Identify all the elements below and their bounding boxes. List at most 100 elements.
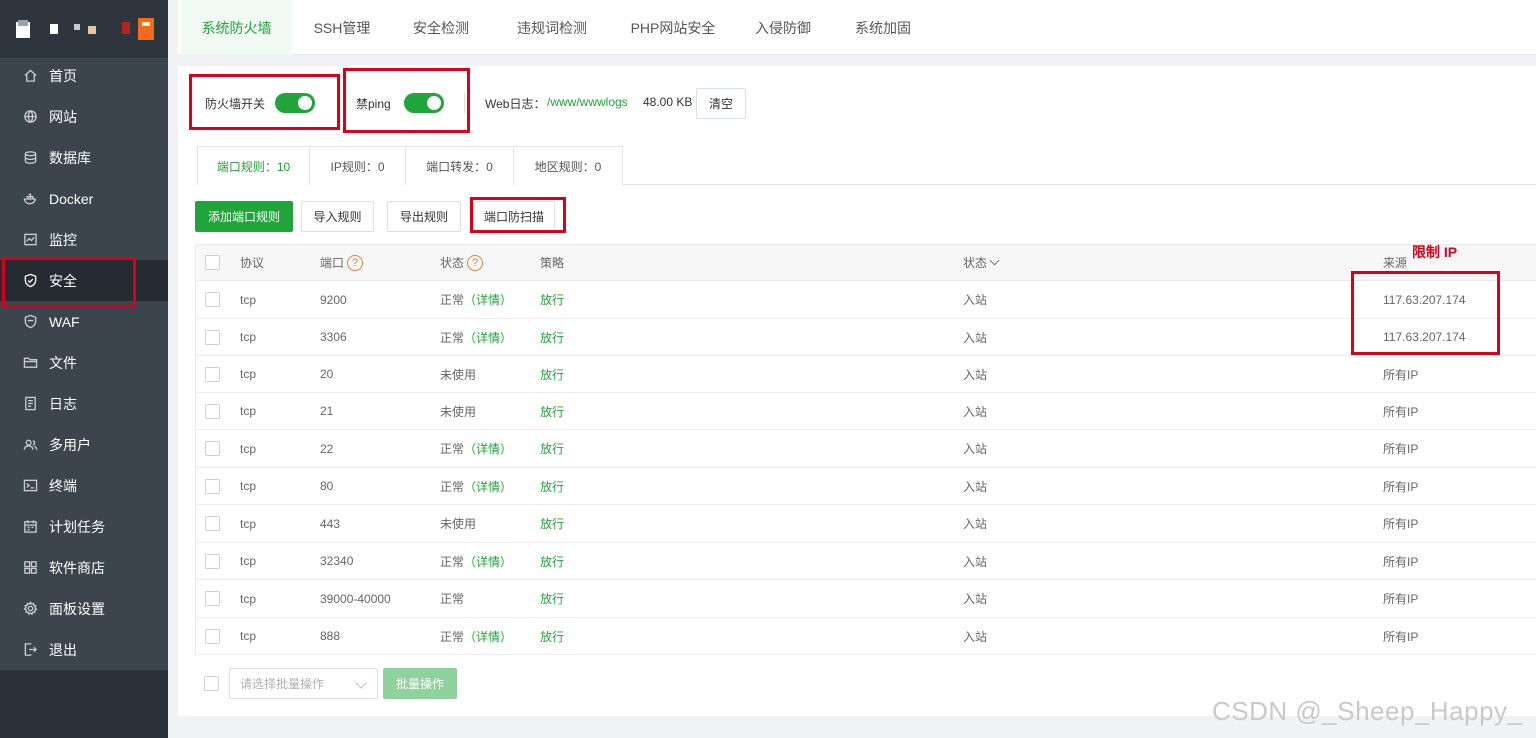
annotation-label: 限制 IP — [1412, 244, 1458, 260]
sidebar-item-cron[interactable]: 计划任务 — [0, 506, 168, 547]
sidebar-item-label: 面板设置 — [49, 600, 105, 617]
status-text: 未使用 — [440, 367, 477, 382]
clear-log-button[interactable]: 清空 — [696, 88, 746, 119]
sidebar-item-users[interactable]: 多用户 — [0, 424, 168, 465]
chevron-down-icon — [989, 255, 1000, 266]
cell-port: 80 — [320, 479, 334, 493]
help-icon[interactable]: ? — [467, 254, 484, 271]
status-text: 正常 — [440, 330, 465, 345]
apps-icon — [22, 560, 38, 576]
batch-select-checkbox[interactable] — [204, 676, 219, 691]
row-checkbox[interactable] — [205, 629, 220, 644]
sidebar-item-label: 监控 — [49, 231, 77, 248]
cell-source: 所有IP — [1383, 592, 1419, 606]
subtab-port-rules[interactable]: 端口规则：10 — [198, 147, 310, 185]
port-scan-protection-button[interactable]: 端口防扫描 — [473, 201, 555, 232]
sidebar-item-label: 终端 — [49, 477, 77, 494]
row-checkbox[interactable] — [205, 516, 220, 531]
sidebar-item-security[interactable]: 安全 — [0, 260, 168, 301]
subtab-ip-rules[interactable]: IP规则：0 — [310, 147, 406, 185]
row-checkbox[interactable] — [205, 441, 220, 456]
sidebar-item-label: 退出 — [49, 641, 77, 658]
rules-table-header: 协议 端口? 状态? 策略 状态 来源 — [197, 244, 1536, 281]
tab-php-security[interactable]: PHP网站安全 — [618, 0, 728, 55]
sidebar-item-waf[interactable]: WAF — [0, 301, 168, 342]
sidebar-item-monitor[interactable]: 监控 — [0, 219, 168, 260]
subtab-region-rules[interactable]: 地区规则：0 — [514, 147, 622, 185]
rule-tabs: 端口规则：10 IP规则：0 端口转发：0 地区规则：0 — [197, 146, 623, 185]
sidebar-footer — [0, 670, 168, 738]
table-row: tcp 9200 正常 （详情） 放行 入站 117.63.207.174 — [197, 281, 1536, 319]
sidebar-item-settings[interactable]: 面板设置 — [0, 588, 168, 629]
sidebar-item-logout[interactable]: 退出 — [0, 629, 168, 670]
firewall-toggle[interactable] — [275, 93, 315, 113]
cell-source: 所有IP — [1383, 554, 1419, 569]
header-status-label: 状态 — [440, 256, 465, 270]
waf-icon — [22, 314, 38, 330]
users-icon — [22, 437, 38, 453]
detail-link[interactable]: （详情） — [464, 440, 512, 457]
cell-strategy: 放行 — [540, 592, 565, 606]
tab-system-hardening[interactable]: 系统加固 — [843, 0, 923, 55]
detail-link[interactable]: （详情） — [464, 478, 512, 495]
row-checkbox[interactable] — [205, 292, 220, 307]
detail-link[interactable]: （详情） — [464, 291, 512, 308]
select-all-checkbox[interactable] — [205, 255, 220, 270]
sidebar-item-terminal[interactable]: 终端 — [0, 465, 168, 506]
sidebar-item-files[interactable]: 文件 — [0, 342, 168, 383]
sidebar-item-docker[interactable]: Docker — [0, 178, 168, 219]
row-checkbox[interactable] — [205, 479, 220, 494]
ping-toggle[interactable] — [404, 93, 444, 113]
batch-operation-button[interactable]: 批量操作 — [383, 668, 457, 699]
cell-direction: 入站 — [963, 330, 988, 345]
export-rules-button[interactable]: 导出规则 — [387, 201, 461, 232]
terminal-icon — [22, 478, 38, 494]
help-icon[interactable]: ? — [347, 254, 364, 271]
batch-operation-select[interactable]: 请选择批量操作 — [229, 668, 378, 699]
cell-status: 未使用 — [440, 505, 476, 542]
row-checkbox[interactable] — [205, 591, 220, 606]
sidebar-item-home[interactable]: 首页 — [0, 55, 168, 96]
table-row: tcp 22 正常 （详情） 放行 入站 所有IP — [197, 430, 1536, 468]
cell-status: 未使用 — [440, 356, 476, 392]
cell-port: 20 — [320, 367, 334, 381]
weblog-path-link[interactable]: /www/wwwlogs — [547, 95, 628, 109]
tab-system-firewall[interactable]: 系统防火墙 — [181, 0, 292, 55]
status-text: 正常 — [440, 629, 465, 644]
detail-link[interactable]: （详情） — [464, 329, 512, 346]
row-checkbox[interactable] — [205, 330, 220, 345]
tab-security-scan[interactable]: 安全检测 — [396, 0, 486, 55]
header-direction[interactable]: 状态 — [963, 245, 1000, 280]
tab-ssh[interactable]: SSH管理 — [297, 0, 387, 55]
subtab-port-forward[interactable]: 端口转发：0 — [406, 147, 514, 185]
status-text: 正常 — [440, 293, 465, 307]
firewall-switch-label: 防火墙开关 — [205, 97, 266, 111]
sidebar-item-database[interactable]: 数据库 — [0, 137, 168, 178]
row-checkbox[interactable] — [205, 404, 220, 419]
row-checkbox[interactable] — [205, 554, 220, 569]
header-port-label: 端口 — [320, 256, 345, 270]
status-text: 正常 — [440, 592, 465, 606]
sidebar-item-website[interactable]: 网站 — [0, 96, 168, 137]
import-rules-button[interactable]: 导入规则 — [301, 201, 374, 232]
header-protocol: 协议 — [240, 256, 265, 270]
sidebar-item-logs[interactable]: 日志 — [0, 383, 168, 424]
gear-icon — [22, 601, 38, 617]
row-checkbox[interactable] — [205, 367, 220, 382]
tab-intrusion-defense[interactable]: 入侵防御 — [743, 0, 823, 55]
detail-link[interactable]: （详情） — [464, 553, 512, 570]
cell-direction: 入站 — [963, 367, 988, 382]
add-port-rule-button[interactable]: 添加端口规则 — [195, 201, 293, 232]
sidebar-item-store[interactable]: 软件商店 — [0, 547, 168, 588]
cell-protocol: tcp — [240, 367, 257, 381]
tab-banned-words[interactable]: 违规词检测 — [497, 0, 607, 55]
cell-protocol: tcp — [240, 441, 257, 456]
table-row: tcp 20 未使用 放行 入站 所有IP — [197, 356, 1536, 393]
cell-direction: 入站 — [963, 404, 988, 419]
sidebar-item-label: 计划任务 — [49, 518, 105, 535]
detail-link[interactable]: （详情） — [464, 628, 512, 645]
status-text: 正常 — [440, 554, 465, 569]
cell-direction: 入站 — [963, 293, 988, 307]
cell-port: 888 — [320, 629, 341, 643]
weblog-size: 48.00 KB — [643, 95, 693, 109]
